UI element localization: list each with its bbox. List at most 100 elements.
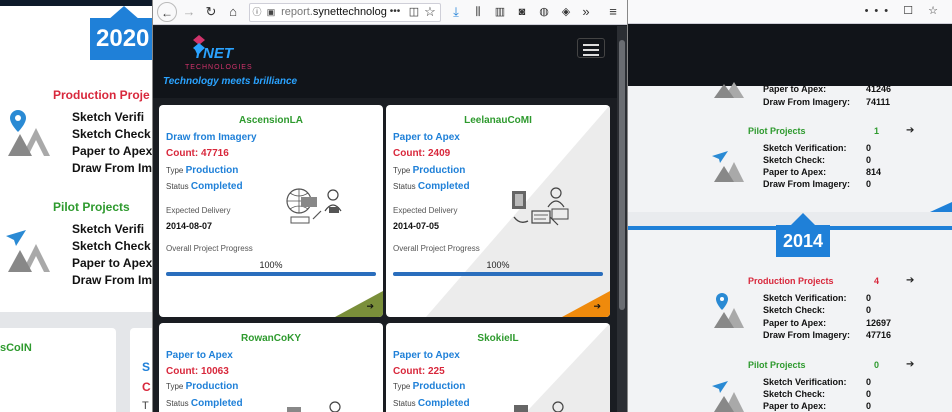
- production-row: Sketch Verifi: [72, 110, 145, 124]
- status-row: Status Completed: [393, 398, 470, 409]
- bottom-left-card: sCoIN: [0, 328, 116, 412]
- stat-value: 0: [866, 293, 872, 303]
- bookmark-star-icon[interactable]: ☆: [928, 5, 944, 17]
- browser-toolbar: ← → ↻ ⌂ ⓘ ▣ report.synettechnolog ••• ◫ ☆…: [153, 0, 627, 25]
- project-count: Count: 10063: [166, 366, 229, 377]
- bottom-card-count: C: [142, 380, 151, 394]
- imagery-illustration-icon: [285, 187, 345, 230]
- globe-icon[interactable]: ◍: [537, 2, 551, 22]
- nav-toggle-button[interactable]: [577, 38, 605, 58]
- info-icon[interactable]: ⓘ: [250, 4, 264, 21]
- stat-label: Sketch Check:: [763, 389, 826, 399]
- production-projects-title: Production Proje: [53, 88, 150, 102]
- type-label: Type: [166, 382, 184, 391]
- progress-label: Overall Project Progress: [166, 244, 253, 253]
- pilot-projects-title: Pilot Projects: [53, 200, 130, 214]
- production-row: Draw From Im: [72, 161, 152, 175]
- status-label: Status: [166, 399, 189, 408]
- right-window-header: [628, 24, 952, 86]
- scrollbar-thumb[interactable]: [619, 40, 625, 310]
- pilot-row: Sketch Verifi: [72, 222, 145, 236]
- menu-icon[interactable]: ≡: [605, 2, 621, 22]
- pilot-projects-title: Pilot Projects: [748, 126, 806, 136]
- pilot-icon: [712, 380, 748, 412]
- forward-arrow-icon[interactable]: →: [181, 2, 197, 22]
- project-card[interactable]: SkokieIL Paper to Apex Count: 225 Type P…: [386, 323, 610, 412]
- sign-in-arrow-icon[interactable]: ➔: [593, 301, 601, 312]
- sign-in-arrow-icon[interactable]: ➔: [366, 301, 374, 312]
- reload-icon[interactable]: ↻: [203, 2, 219, 22]
- pocket-icon[interactable]: ◫: [407, 2, 421, 22]
- more-icon[interactable]: •••: [865, 5, 895, 17]
- pilot-icon: [4, 228, 52, 279]
- delivery-label: Expected Delivery: [166, 206, 231, 215]
- paper-to-apex-illustration-icon: [512, 401, 572, 412]
- back-arrow-icon[interactable]: ←: [157, 2, 177, 22]
- type-row: Type Production: [393, 381, 465, 392]
- stat-label: Draw From Imagery:: [763, 179, 851, 189]
- bottom-card-title: sCoIN: [0, 342, 32, 354]
- site-header: YNET TECHNOLOGIES Technology meets brill…: [153, 26, 617, 98]
- production-row: Sketch Check: [72, 127, 151, 141]
- home-icon[interactable]: ⌂: [225, 2, 241, 22]
- paper-to-apex-illustration-icon: [287, 401, 347, 412]
- pocket-icon[interactable]: ☐: [903, 5, 919, 17]
- progress-fill: [393, 272, 603, 276]
- stat-value: 41246: [866, 84, 892, 94]
- project-card[interactable]: RowanCoKY Paper to Apex Count: 10063 Typ…: [159, 323, 383, 412]
- type-row: Type Production: [166, 165, 238, 176]
- sign-in-arrow-icon[interactable]: ➔: [906, 125, 914, 136]
- type-value: Production: [185, 381, 239, 392]
- pilot-row: Draw From Im: [72, 273, 152, 287]
- project-count: Count: 47716: [166, 148, 229, 159]
- sign-in-arrow-icon[interactable]: ➔: [906, 275, 914, 286]
- status-row: Status Completed: [393, 181, 470, 192]
- overflow-chevron-icon[interactable]: »: [579, 2, 593, 22]
- stat-value: 0: [866, 389, 872, 399]
- pilot-projects-count: 1: [874, 126, 880, 136]
- pilot-row: Paper to Apex: [72, 256, 152, 270]
- sidebar-icon[interactable]: ▥: [493, 2, 507, 22]
- extension-icon[interactable]: ◈: [559, 2, 573, 22]
- sign-in-arrow-icon[interactable]: ➔: [906, 359, 914, 370]
- lock-icon[interactable]: ▣: [264, 4, 278, 21]
- stat-value: 12697: [866, 318, 892, 328]
- production-icon: [712, 78, 748, 103]
- year-tab[interactable]: 2014: [776, 225, 830, 257]
- page-actions-icon[interactable]: •••: [385, 2, 405, 22]
- project-name: AscensionLA: [239, 115, 303, 126]
- progress-label: Overall Project Progress: [393, 244, 480, 253]
- library-icon[interactable]: ⫼: [471, 2, 485, 22]
- toolbar-icons: ••• ☐ ☆: [865, 4, 944, 17]
- stat-label: Paper to Apex:: [763, 401, 827, 411]
- stat-label: Draw From Imagery:: [763, 330, 851, 340]
- type-label: Type: [393, 382, 411, 391]
- delivery-date: 2014-07-05: [393, 221, 440, 231]
- year-tab-notch: [791, 213, 815, 225]
- stat-label: Paper to Apex:: [763, 167, 827, 177]
- type-label: Type: [393, 166, 411, 175]
- bookmark-star-icon[interactable]: ☆: [423, 2, 437, 22]
- stat-label: Sketch Check:: [763, 155, 826, 165]
- progress-percent: 100%: [486, 260, 510, 270]
- stat-value: 0: [866, 305, 872, 315]
- stat-value: 47716: [866, 330, 892, 340]
- stat-label: Sketch Verification:: [763, 143, 847, 153]
- right-background-window: ••• ☐ ☆ Paper to Apex: 41246 Draw From I…: [628, 0, 952, 412]
- status-label: Status: [393, 182, 416, 191]
- stat-value: 814: [866, 167, 882, 177]
- progress-fill: [166, 272, 376, 276]
- stat-value: 0: [866, 377, 872, 387]
- project-card[interactable]: LeelanauCoMI Paper to Apex Count: 2409 T…: [386, 105, 610, 317]
- progress-bar: [166, 272, 376, 276]
- stat-label: Sketch Check:: [763, 305, 826, 315]
- project-card[interactable]: AscensionLA Draw from Imagery Count: 477…: [159, 105, 383, 317]
- stat-label: Sketch Verification:: [763, 377, 847, 387]
- url-prefix: report.: [281, 6, 313, 18]
- card-corner: [562, 291, 610, 317]
- download-icon[interactable]: ⤓: [449, 2, 463, 22]
- production-projects-count: 4: [874, 276, 880, 286]
- bottom-card-type: T: [142, 400, 149, 412]
- year-tab[interactable]: 2020: [90, 18, 152, 60]
- container-icon[interactable]: ◙: [515, 2, 529, 22]
